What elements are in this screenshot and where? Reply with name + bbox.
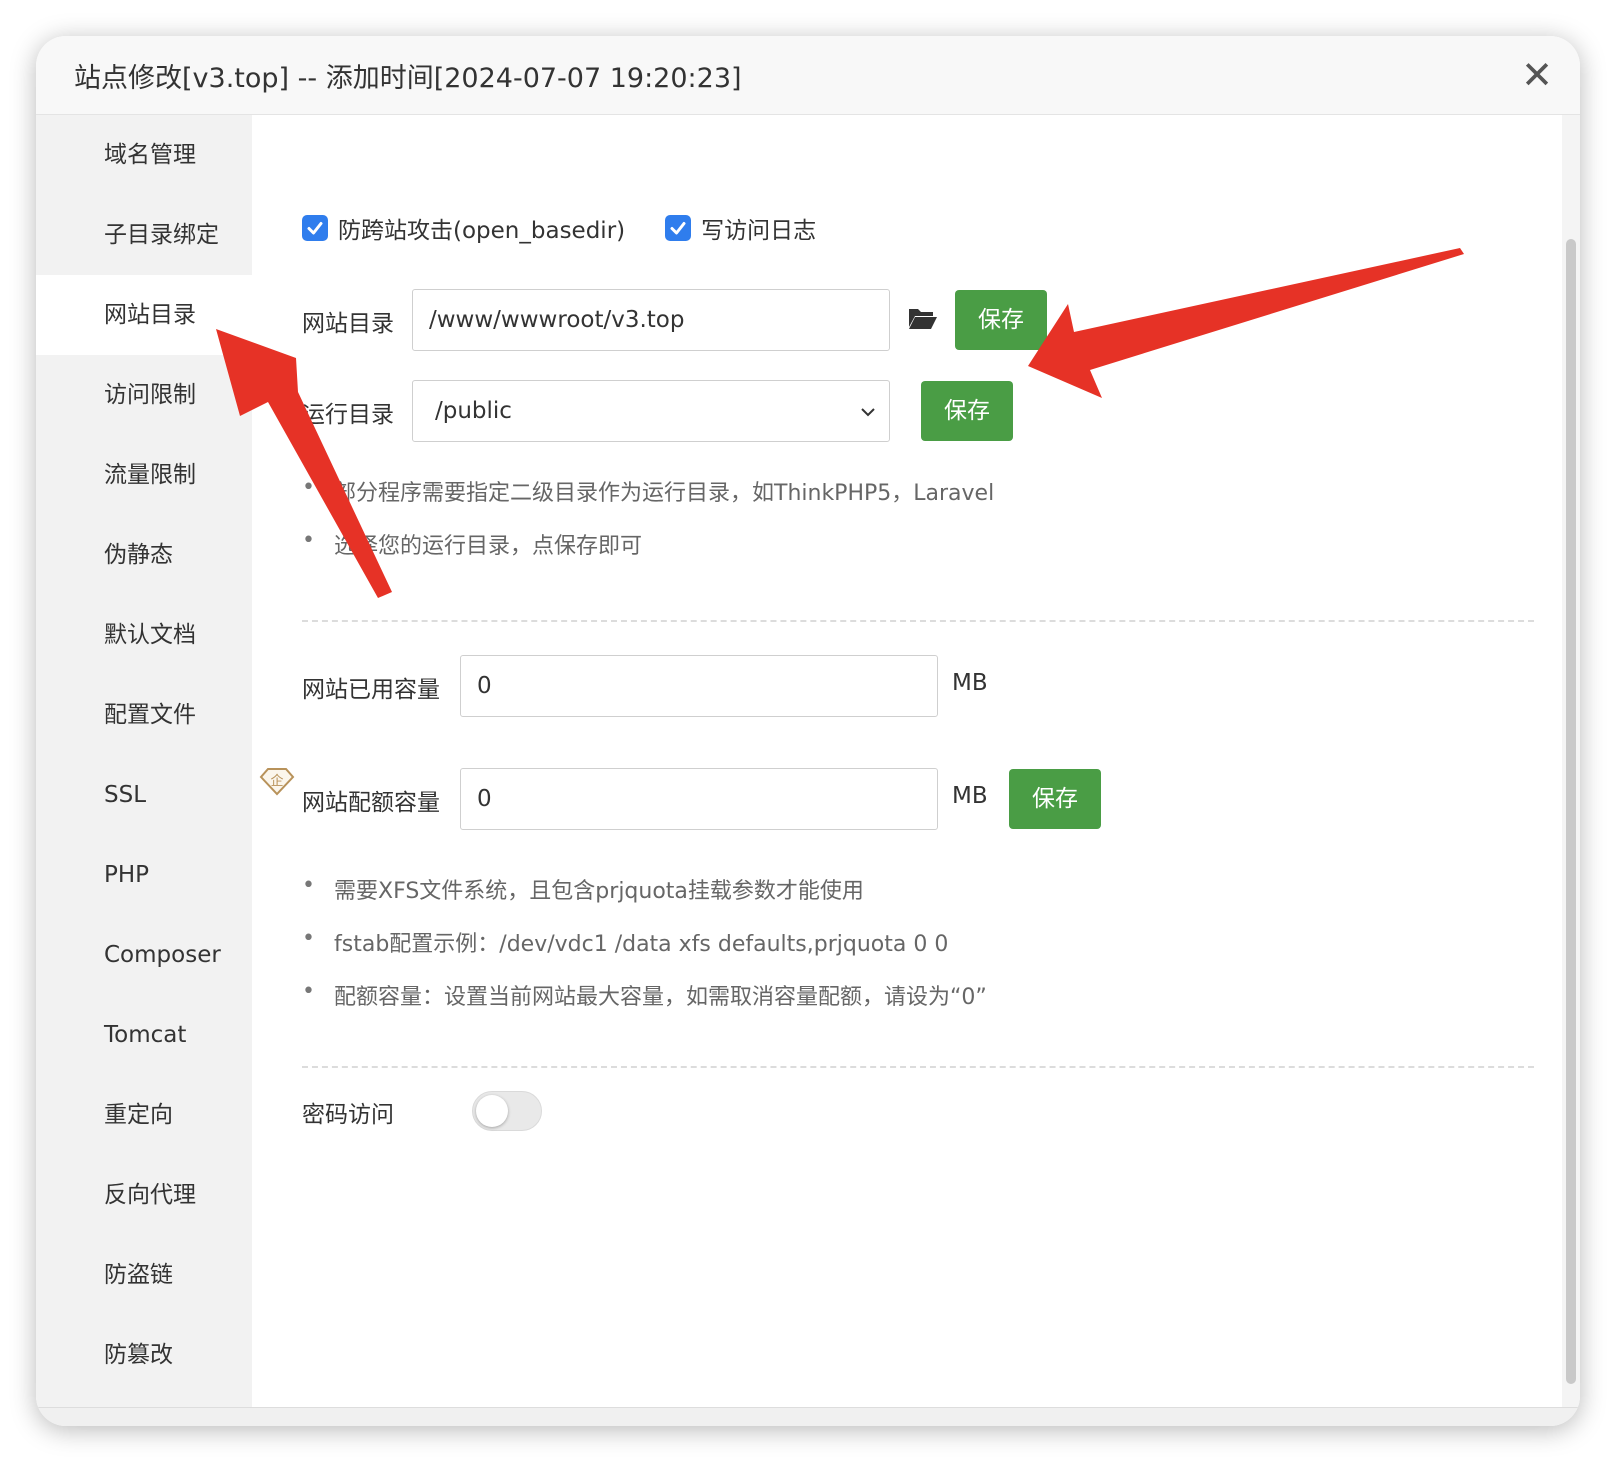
run-dir-label: 运行目录 — [302, 402, 394, 428]
scrollbar-thumb[interactable] — [1566, 239, 1576, 1384]
password-access-toggle[interactable] — [472, 1091, 542, 1131]
chevron-down-icon — [861, 408, 875, 417]
tip-item: 选择您的运行目录，点保存即可 — [302, 528, 994, 560]
used-capacity-input[interactable]: 0 — [460, 655, 938, 717]
scrollbar-track[interactable] — [1562, 115, 1580, 1426]
run-dir-select[interactable]: /public — [412, 380, 890, 442]
site-dir-save-button[interactable]: 保存 — [955, 290, 1047, 350]
sidebar-item-redirect[interactable]: 重定向 — [36, 1075, 252, 1155]
dialog-titlebar: 站点修改[v3.top] -- 添加时间[2024-07-07 19:20:23… — [36, 36, 1580, 115]
sidebar-item-composer[interactable]: Composer — [36, 915, 252, 995]
tip-item: fstab配置示例：/dev/vdc1 /data xfs defaults,p… — [302, 926, 987, 958]
access-log-checkbox[interactable] — [665, 215, 692, 241]
open-basedir-checkbox[interactable] — [302, 215, 328, 241]
run-dir-selected-value: /public — [435, 398, 512, 424]
quota-tips: 需要XFS文件系统，且包含prjquota挂载参数才能使用 fstab配置示例：… — [302, 873, 987, 1032]
dialog-bottom-bar — [36, 1407, 1580, 1426]
sidebar-item-hotlink-protection[interactable]: 防盗链 — [36, 1235, 252, 1315]
sidebar-item-access-limit[interactable]: 访问限制 — [36, 355, 252, 435]
sidebar-item-subdir-binding[interactable]: 子目录绑定 — [36, 195, 252, 275]
run-dir-save-button[interactable]: 保存 — [921, 381, 1013, 441]
dialog-title: 站点修改[v3.top] -- 添加时间[2024-07-07 19:20:23… — [74, 63, 742, 94]
sidebar-item-traffic-limit[interactable]: 流量限制 — [36, 435, 252, 515]
tip-item: 部分程序需要指定二级目录作为运行目录，如ThinkPHP5，Laravel — [302, 475, 994, 507]
tip-item: 需要XFS文件系统，且包含prjquota挂载参数才能使用 — [302, 873, 987, 905]
used-capacity-label: 网站已用容量 — [302, 677, 440, 703]
sidebar-item-default-doc[interactable]: 默认文档 — [36, 595, 252, 675]
sidebar-item-domain[interactable]: 域名管理 — [36, 115, 252, 195]
sidebar-item-rewrite[interactable]: 伪静态 — [36, 515, 252, 595]
main-panel: 防跨站攻击(open_basedir) 写访问日志 网站目录 /www/wwwr… — [252, 115, 1562, 1408]
open-basedir-label: 防跨站攻击(open_basedir) — [338, 218, 626, 244]
site-dir-input[interactable]: /www/wwwroot/v3.top — [412, 289, 890, 351]
section-divider — [302, 620, 1534, 622]
enterprise-diamond-icon: 企 — [259, 765, 295, 797]
close-icon[interactable]: ✕ — [1516, 54, 1558, 96]
section-divider — [302, 1066, 1534, 1068]
folder-open-icon[interactable] — [908, 305, 938, 331]
toggle-knob — [476, 1095, 508, 1127]
used-capacity-unit: MB — [952, 670, 988, 696]
tip-item: 配额容量：设置当前网站最大容量，如需取消容量配额，请设为“0” — [302, 979, 987, 1011]
sidebar-item-ssl[interactable]: SSL — [36, 755, 252, 835]
run-dir-tips: 部分程序需要指定二级目录作为运行目录，如ThinkPHP5，Laravel 选择… — [302, 475, 994, 581]
quota-capacity-input[interactable]: 0 — [460, 768, 938, 830]
sidebar-item-tamper-protection[interactable]: 防篡改 — [36, 1315, 252, 1395]
options-row: 防跨站攻击(open_basedir) 写访问日志 — [302, 211, 856, 245]
quota-capacity-unit: MB — [952, 783, 988, 809]
enterprise-badge-char: 企 — [270, 773, 283, 789]
quota-save-button[interactable]: 保存 — [1009, 769, 1101, 829]
sidebar-item-config-file[interactable]: 配置文件 — [36, 675, 252, 755]
site-edit-dialog: 站点修改[v3.top] -- 添加时间[2024-07-07 19:20:23… — [36, 36, 1580, 1426]
sidebar-item-reverse-proxy[interactable]: 反向代理 — [36, 1155, 252, 1235]
password-access-label: 密码访问 — [302, 1102, 394, 1128]
sidebar-item-site-directory[interactable]: 网站目录 — [36, 275, 252, 355]
quota-capacity-label: 网站配额容量 — [302, 790, 440, 816]
check-icon — [670, 222, 686, 235]
site-dir-label: 网站目录 — [302, 311, 394, 337]
sidebar-item-php[interactable]: PHP — [36, 835, 252, 915]
access-log-label: 写访问日志 — [701, 218, 817, 244]
sidebar: 域名管理 子目录绑定 网站目录 访问限制 流量限制 伪静态 默认文档 配置文件 … — [36, 115, 252, 1408]
check-icon — [307, 222, 323, 235]
sidebar-item-tomcat[interactable]: Tomcat — [36, 995, 252, 1075]
